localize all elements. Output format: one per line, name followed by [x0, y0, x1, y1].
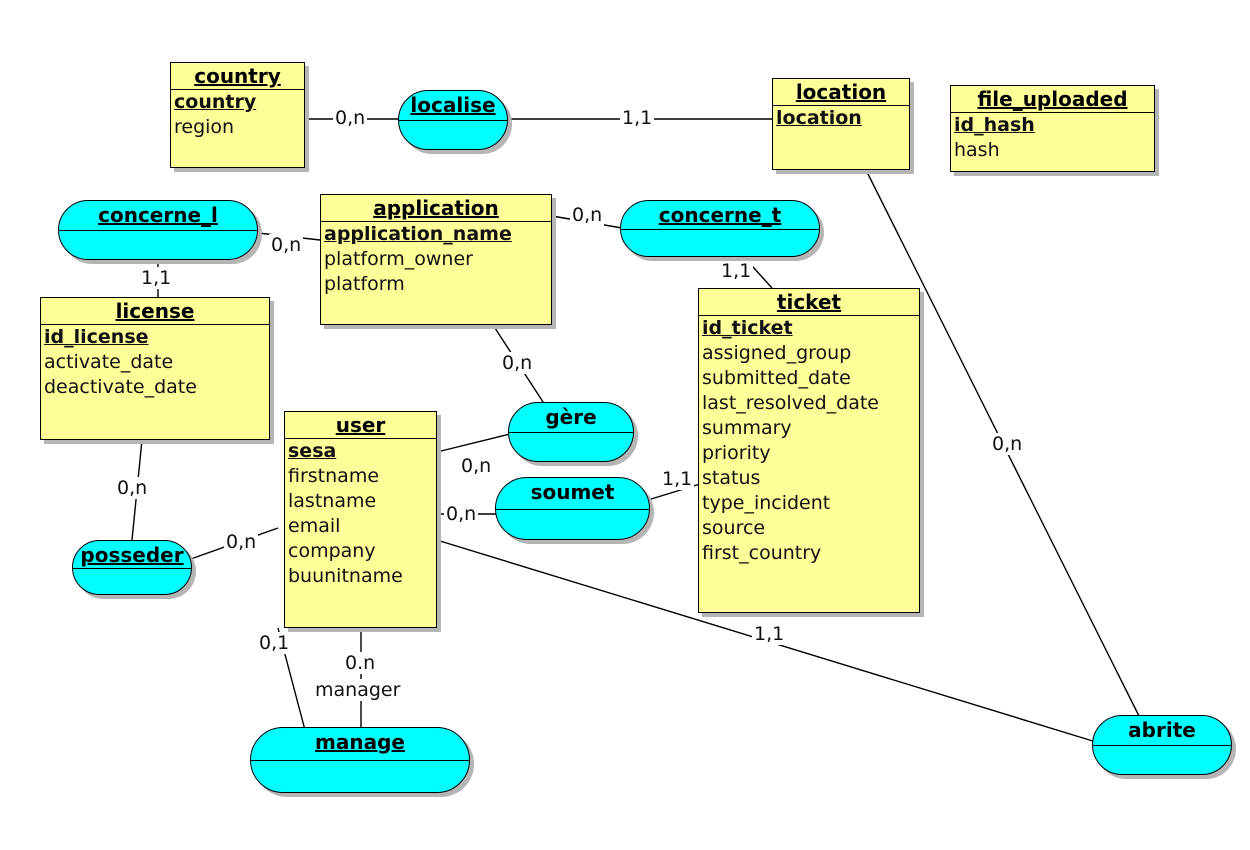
relationship-title: soumet	[530, 480, 615, 504]
relationship-manage[interactable]: manage	[250, 727, 470, 793]
attribute: email	[288, 515, 341, 537]
attribute: company	[288, 540, 376, 562]
attribute: buunitname	[288, 565, 403, 587]
attribute: platform	[324, 273, 405, 295]
relationship-concerne-l[interactable]: concerne_l	[58, 200, 258, 260]
entity-attributes: country region	[171, 90, 304, 144]
attribute: activate_date	[44, 351, 174, 373]
relationship-title: abrite	[1128, 718, 1196, 742]
entity-location[interactable]: location location	[772, 78, 910, 170]
attribute-pk: location	[776, 107, 862, 129]
entity-attributes: sesa firstname lastname email company bu…	[285, 439, 436, 593]
attribute: summary	[702, 417, 792, 439]
attribute: platform_owner	[324, 248, 473, 270]
attribute-pk: application_name	[324, 223, 512, 245]
cardinality-soumet-ticket: 1,1	[660, 468, 695, 490]
entity-attributes: application_name platform_owner platform	[321, 222, 551, 301]
entity-title: application	[321, 195, 551, 222]
entity-attributes: id_hash hash	[951, 113, 1154, 167]
relationship-soumet[interactable]: soumet	[495, 477, 650, 540]
entity-ticket[interactable]: ticket id_ticket assigned_group submitte…	[698, 288, 920, 613]
attribute: assigned_group	[702, 342, 852, 364]
cardinality-user-gere: 0,n	[459, 455, 494, 477]
cardinality-concernel-license: 1,1	[139, 267, 174, 289]
entity-title: file_uploaded	[951, 86, 1154, 113]
attribute: hash	[954, 139, 1000, 161]
entity-title: location	[773, 79, 909, 106]
entity-attributes: id_license activate_date deactivate_date	[41, 325, 269, 404]
entity-title: user	[285, 412, 436, 439]
line-user-gere	[436, 431, 519, 453]
relationship-divider	[1093, 745, 1231, 746]
attribute: status	[702, 467, 761, 489]
attribute: firstname	[288, 465, 380, 487]
relationship-concerne-t[interactable]: concerne_t	[620, 200, 820, 257]
cardinality-application-concernet: 0,n	[570, 204, 605, 226]
attribute: priority	[702, 442, 771, 464]
attribute: type_incident	[702, 492, 831, 514]
cardinality-location-abrite: 0,n	[990, 433, 1025, 455]
entity-application[interactable]: application application_name platform_ow…	[320, 194, 552, 325]
relationship-title: localise	[410, 93, 496, 117]
cardinality-localise-location: 1,1	[620, 107, 655, 129]
relationship-title: posseder	[80, 543, 184, 567]
entity-attributes: id_ticket assigned_group submitted_date …	[699, 316, 919, 570]
cardinality-license-posseder: 0,n	[115, 477, 150, 499]
relationship-title: gère	[545, 405, 597, 429]
relationship-posseder[interactable]: posseder	[72, 540, 192, 595]
relationship-title: manage	[315, 730, 405, 754]
entity-attributes: location	[773, 106, 909, 135]
cardinality-user-abrite: 1,1	[752, 623, 787, 645]
attribute: deactivate_date	[44, 376, 197, 398]
er-diagram-canvas: country country region location location…	[0, 0, 1250, 850]
relationship-localise[interactable]: localise	[398, 90, 508, 150]
attribute: submitted_date	[702, 367, 851, 389]
entity-file-uploaded[interactable]: file_uploaded id_hash hash	[950, 85, 1155, 172]
cardinality-user-manage-0n: 0.n	[343, 652, 378, 674]
attribute: region	[174, 116, 235, 138]
attribute: first_country	[702, 542, 822, 564]
relationship-abrite[interactable]: abrite	[1092, 715, 1232, 775]
relationship-title: concerne_t	[658, 203, 782, 227]
relationship-divider	[251, 760, 469, 761]
role-label-manager: manager	[313, 679, 403, 701]
attribute-pk: id_ticket	[702, 317, 793, 339]
cardinality-country-localise: 0,n	[333, 107, 368, 129]
attribute-pk: sesa	[288, 440, 337, 462]
attribute: last_resolved_date	[702, 392, 879, 414]
cardinality-user-manage-01: 0,1	[257, 632, 292, 654]
entity-title: country	[171, 63, 304, 90]
entity-user[interactable]: user sesa firstname lastname email compa…	[284, 411, 437, 628]
cardinality-concernet-ticket: 1,1	[719, 260, 754, 282]
entity-country[interactable]: country country region	[170, 62, 305, 168]
cardinality-application-gere: 0,n	[500, 352, 535, 374]
relationship-divider	[496, 508, 649, 510]
relationship-divider	[59, 230, 257, 231]
cardinality-user-soumet: 0,n	[444, 503, 479, 525]
relationship-divider	[621, 228, 819, 230]
relationship-gere[interactable]: gère	[508, 402, 634, 462]
attribute: source	[702, 517, 766, 539]
relationship-divider	[73, 567, 191, 569]
attribute: lastname	[288, 490, 377, 512]
entity-title: ticket	[699, 289, 919, 316]
entity-license[interactable]: license id_license activate_date deactiv…	[40, 297, 270, 440]
relationship-divider	[509, 432, 633, 433]
cardinality-concernel-application: 0,n	[269, 234, 304, 256]
entity-title: license	[41, 298, 269, 325]
attribute-pk: id_license	[44, 326, 149, 348]
attribute-pk: country	[174, 91, 257, 113]
relationship-divider	[399, 120, 507, 121]
cardinality-posseder-user: 0,n	[224, 531, 259, 553]
relationship-title: concerne_l	[98, 203, 218, 227]
attribute-pk: id_hash	[954, 114, 1035, 136]
